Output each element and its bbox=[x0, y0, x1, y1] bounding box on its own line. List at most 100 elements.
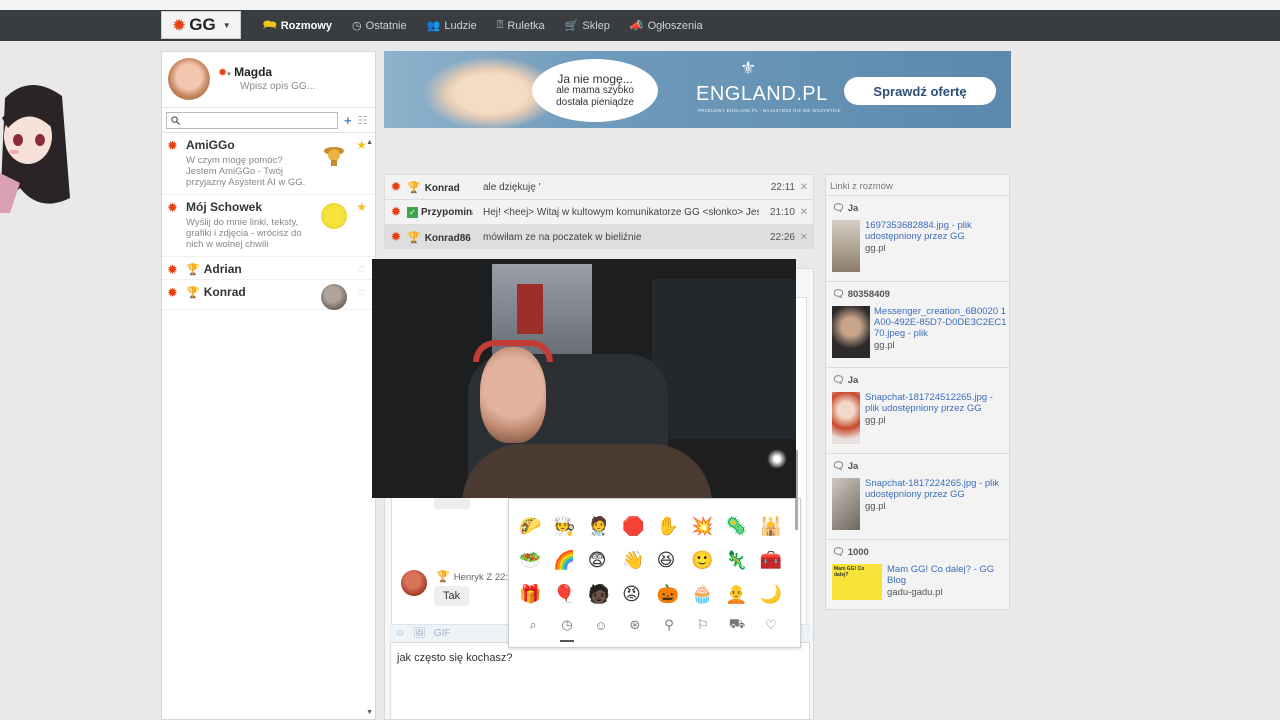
heart-icon[interactable]: ♡ bbox=[761, 615, 781, 635]
contact-search-input[interactable] bbox=[166, 111, 338, 129]
message-input[interactable]: jak często się kochasz? bbox=[390, 642, 810, 720]
ad-speech-bubble: Ja nie mogę... ale mama szybko dostała p… bbox=[532, 59, 658, 122]
list-view-icon[interactable]: ☷ bbox=[358, 114, 368, 127]
favorite-star-icon[interactable]: ☆ bbox=[356, 262, 367, 276]
emoji-2-7[interactable]: 🌙 bbox=[760, 582, 794, 616]
emoji-1-3[interactable]: 👋 bbox=[622, 548, 656, 582]
check-icon: ✓ bbox=[407, 206, 418, 218]
link-thumbnail: Mam GG! Co dalej? bbox=[832, 564, 882, 600]
emoji-1-7[interactable]: 🧰 bbox=[760, 548, 794, 582]
food-icon[interactable]: ⚲ bbox=[659, 615, 679, 635]
emoji-2-6[interactable]: 🧑‍🦲 bbox=[725, 582, 759, 616]
contact-moj-schowek[interactable]: ✹ Mój Schowek Wyślij do mnie linki, teks… bbox=[162, 195, 375, 257]
avatar[interactable] bbox=[401, 570, 427, 596]
link-domain: gg.pl bbox=[865, 415, 886, 426]
close-icon[interactable]: ✕ bbox=[800, 182, 808, 193]
search-icon bbox=[171, 115, 180, 125]
emoji-2-0[interactable]: 🎁 bbox=[519, 582, 553, 616]
scroll-up-arrow[interactable]: ▲ bbox=[366, 139, 373, 146]
emoji-1-4[interactable]: 😆 bbox=[657, 548, 691, 582]
chevron-down-icon: ▼ bbox=[222, 20, 231, 30]
top-strip bbox=[0, 0, 1280, 10]
emoji-0-2[interactable]: 🧑‍⚕️ bbox=[588, 514, 622, 548]
emoji-2-1[interactable]: 🎈 bbox=[553, 582, 587, 616]
main-nav: 🗪 Rozmowy ◷ Ostatnie 👥 Ludzie ⍰ Ruletka … bbox=[263, 10, 703, 41]
trophy-icon: 🏆 bbox=[407, 181, 421, 194]
available-status-icon: ✹ bbox=[390, 204, 402, 219]
emoji-1-2[interactable]: 😨 bbox=[588, 548, 622, 582]
link-title[interactable]: Snapchat-1817224265.jpg - plik udostępni… bbox=[865, 478, 1007, 500]
nav-tab-ludzie[interactable]: 👥 Ludzie bbox=[427, 19, 477, 33]
link-title[interactable]: Messenger_creation_6B0020 1A00-492E-85D7… bbox=[874, 306, 1007, 339]
nav-tab-ruletka[interactable]: ⍰ Ruletka bbox=[497, 19, 545, 32]
conversation-tab[interactable]: ✹ ✓Przypominaj... Hej! <heej> Witaj w ku… bbox=[384, 199, 814, 224]
emoji-2-4[interactable]: 🎃 bbox=[657, 582, 691, 616]
nav-tab-ogloszenia[interactable]: 📣 Ogłoszenia bbox=[629, 19, 703, 33]
trophy-icon: 🏆 bbox=[436, 571, 450, 583]
emoji-0-3[interactable]: 🛑 bbox=[622, 514, 656, 548]
vehicle-icon[interactable]: ⛟ bbox=[727, 615, 747, 635]
scroll-down-arrow[interactable]: ▼ bbox=[366, 709, 373, 716]
shared-link-item[interactable]: 🗨 Ja Snapchat-1817224265.jpg - plik udost… bbox=[826, 454, 1009, 540]
chat-icon: 🗨 bbox=[832, 461, 845, 472]
contact-amiggo[interactable]: ✹ AmiGGo W czym mogę pomóc? Jestem AmiGG… bbox=[162, 133, 375, 195]
close-icon[interactable]: ✕ bbox=[800, 207, 808, 218]
open-conversations: ✹ 🏆 Konrad ale dziękuję ' 22:11 ✕ ✹ ✓ Przy… bbox=[384, 174, 814, 249]
add-contact-icon[interactable]: + bbox=[344, 113, 352, 128]
emoji-2-5[interactable]: 🧁 bbox=[691, 582, 725, 616]
link-title[interactable]: Snapchat-181724512265.jpg - plik udostęp… bbox=[865, 392, 1007, 414]
search-icon[interactable]: ⌕ bbox=[523, 615, 543, 635]
available-status-icon: ✹ bbox=[167, 138, 178, 153]
advertisement-banner[interactable]: Ja nie mogę... ale mama szybko dostała p… bbox=[384, 51, 1011, 128]
emoji-1-1[interactable]: 🌈 bbox=[553, 548, 587, 582]
emoji-1-0[interactable]: 🥗 bbox=[519, 548, 553, 582]
megaphone-icon: 📣 bbox=[629, 20, 644, 32]
emoji-0-7[interactable]: 🕌 bbox=[760, 514, 794, 548]
emoji-0-0[interactable]: 🌮 bbox=[519, 514, 553, 548]
webcam-background-poster bbox=[517, 284, 543, 334]
favorite-star-icon[interactable]: ☆ bbox=[356, 285, 367, 299]
emoji-1-6[interactable]: 🦎 bbox=[725, 548, 759, 582]
link-domain: gg.pl bbox=[874, 340, 895, 351]
recent-clock-icon[interactable]: ◷ bbox=[557, 615, 577, 642]
webcam-headphones bbox=[473, 340, 553, 362]
emoji-2-2[interactable]: 🧑🏿 bbox=[588, 582, 622, 616]
conversation-tab[interactable]: ✹ 🏆 Konrad ale dziękuję ' 22:11 ✕ bbox=[384, 174, 814, 199]
avatar[interactable] bbox=[168, 58, 210, 100]
link-title[interactable]: Mam GG! Co dalej? - GG Blog bbox=[887, 564, 1007, 586]
close-icon[interactable]: ✕ bbox=[800, 232, 808, 243]
shared-link-item[interactable]: 🗨 Ja 1697353682884.jpg - plik udostępnion… bbox=[826, 196, 1009, 282]
status-description-input[interactable]: Wpisz opis GG... bbox=[240, 81, 315, 92]
message-time: 22:26 bbox=[769, 231, 795, 243]
message-time: 21:10 bbox=[769, 206, 795, 218]
shared-link-item[interactable]: 🗨 80358409 Messenger_creation_6B0020 1A00… bbox=[826, 282, 1009, 368]
ad-cta-button[interactable]: Sprawdź ofertę bbox=[844, 77, 996, 105]
shared-link-item[interactable]: 🗨 1000 Mam GG! Co dalej? Mam GG! Co dalej… bbox=[826, 540, 1009, 608]
gif-button[interactable]: GIF bbox=[434, 628, 451, 639]
contact-list: ✹ AmiGGo W czym mogę pomóc? Jestem AmiGG… bbox=[162, 132, 375, 310]
message-sender: 🏆 Henryk Z 22:5 bbox=[436, 571, 514, 583]
nav-tab-rozmowy[interactable]: 🗪 Rozmowy bbox=[263, 16, 332, 35]
emoji-0-5[interactable]: 💥 bbox=[691, 514, 725, 548]
contact-konrad[interactable]: ✹ 🏆 Konrad ☆ bbox=[162, 280, 375, 310]
flag-icon[interactable]: ⚐ bbox=[693, 615, 713, 635]
animal-icon[interactable]: ⊛ bbox=[625, 615, 645, 635]
link-title[interactable]: 1697353682884.jpg - plik udostępniony pr… bbox=[865, 220, 1007, 242]
attach-image-icon[interactable]: 🖼 bbox=[413, 628, 426, 639]
emoji-0-6[interactable]: 🦠 bbox=[725, 514, 759, 548]
emoji-0-4[interactable]: ✋ bbox=[657, 514, 691, 548]
emoji-1-5[interactable]: 🙂 bbox=[691, 548, 725, 582]
gg-logo-menu-button[interactable]: ✹ GG ▼ bbox=[161, 11, 241, 39]
emoji-0-1[interactable]: 🧑‍🍳 bbox=[553, 514, 587, 548]
conversation-tab[interactable]: ✹ 🏆 Konrad86 mówiłam ze na poczatek w bie… bbox=[384, 224, 814, 249]
shared-link-item[interactable]: 🗨 Ja Snapchat-181724512265.jpg - plik udo… bbox=[826, 368, 1009, 454]
nav-tab-ostatnie[interactable]: ◷ Ostatnie bbox=[352, 19, 407, 33]
status-selector[interactable]: ✹▾ Magda bbox=[218, 65, 272, 79]
favorite-star-icon[interactable]: ★ bbox=[356, 200, 367, 214]
nav-tab-sklep[interactable]: 🛒 Sklep bbox=[565, 19, 610, 33]
smiley-icon[interactable]: ☺ bbox=[591, 615, 611, 635]
emoji-smiley-icon[interactable]: ☺ bbox=[395, 628, 405, 639]
schowek-avatar bbox=[321, 203, 347, 229]
emoji-2-3[interactable]: 😡 bbox=[622, 582, 656, 616]
contact-adrian[interactable]: ✹ 🏆 Adrian ☆ bbox=[162, 257, 375, 280]
